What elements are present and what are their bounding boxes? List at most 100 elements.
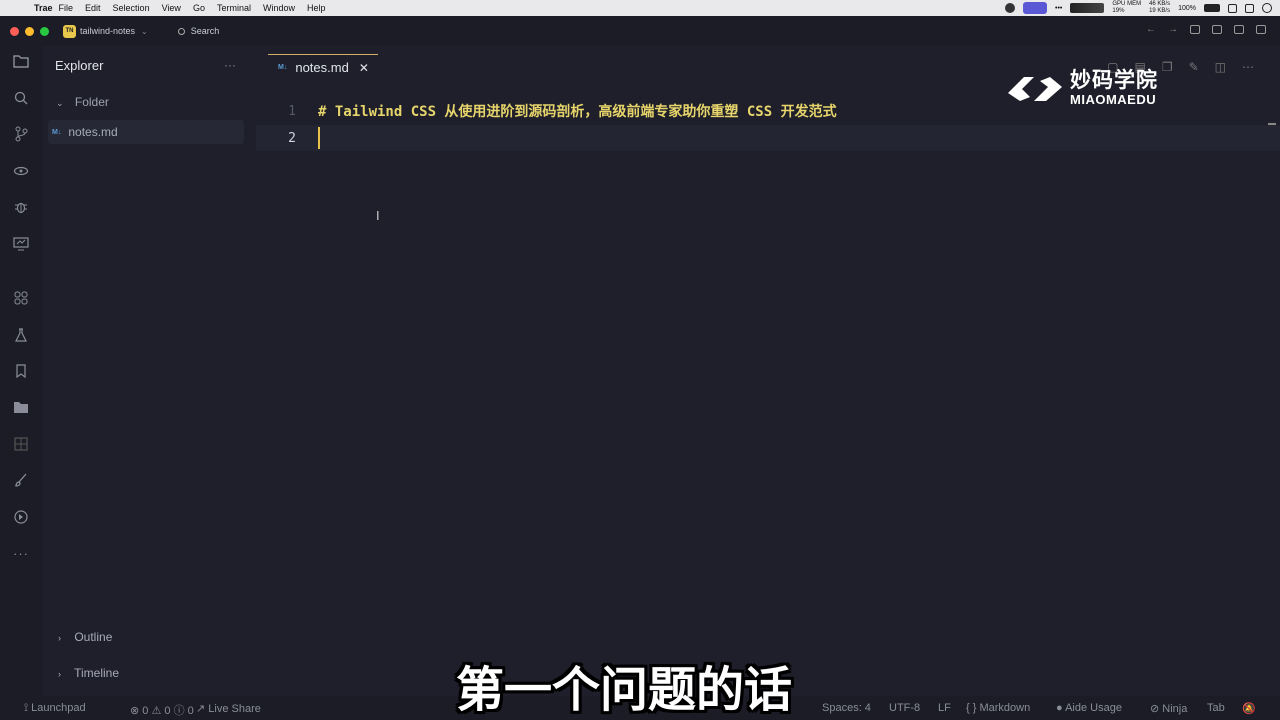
activity-graph-icon xyxy=(1070,3,1105,13)
debug-icon[interactable] xyxy=(12,198,30,216)
gpu-label: GPU xyxy=(1112,1,1126,7)
close-icon[interactable]: ✕ xyxy=(359,61,369,75)
remote-explorer-icon[interactable] xyxy=(12,235,30,253)
menu-app-name[interactable]: Trae xyxy=(34,3,53,13)
more-actions-icon[interactable]: ··· xyxy=(224,58,236,72)
eol-item[interactable]: LF xyxy=(938,702,951,714)
launchpad-item[interactable]: ⟟ Launchpad xyxy=(24,702,86,715)
control-center-icon[interactable] xyxy=(1245,3,1254,13)
chevron-down-icon: ⌄ xyxy=(141,26,148,36)
ninja-label: Ninja xyxy=(1162,703,1188,715)
chevron-down-icon: ⌄ xyxy=(56,98,64,108)
edit-icon[interactable]: ✎ xyxy=(1189,60,1199,74)
editor-area: M↓ notes.md ✕ ▢ ▤ ❐ ✎ ◫ ⋯ 1 # Tailwind C… xyxy=(256,46,1280,696)
mem-label: MEM xyxy=(1127,1,1142,7)
menu-go[interactable]: Go xyxy=(193,3,205,13)
folder-tree-item[interactable]: ⌄ Folder xyxy=(56,95,109,109)
more-icon[interactable]: ••• xyxy=(1055,5,1062,12)
line-number: 1 xyxy=(288,103,296,119)
scrollbar-marker[interactable] xyxy=(1268,123,1276,125)
error-count: 0 xyxy=(142,705,149,717)
menu-window[interactable]: Window xyxy=(263,3,295,13)
app-s-icon[interactable] xyxy=(1228,3,1237,13)
grid-panel-icon[interactable] xyxy=(12,435,30,453)
copy-icon[interactable]: ❐ xyxy=(1162,60,1173,74)
markdown-file-icon: M↓ xyxy=(278,64,288,71)
testing-flask-icon[interactable] xyxy=(12,326,30,344)
activity-bar: ··· xyxy=(0,46,42,696)
menu-file[interactable]: File xyxy=(59,3,74,13)
tab-label: notes.md xyxy=(295,60,349,75)
net-up: 46 KB/s xyxy=(1149,1,1171,7)
project-badge: TN xyxy=(63,24,76,38)
encoding-item[interactable]: UTF-8 xyxy=(889,702,920,714)
project-name: tailwind-notes xyxy=(80,26,136,36)
menu-selection[interactable]: Selection xyxy=(113,3,150,13)
titlebar-actions: ← → xyxy=(1146,24,1266,35)
record-icon[interactable] xyxy=(1005,3,1016,13)
language-mode-item[interactable]: { } Markdown xyxy=(966,702,1030,714)
language-label: Markdown xyxy=(979,702,1031,714)
maximize-window-button[interactable] xyxy=(40,26,49,36)
markdown-file-icon: M↓ xyxy=(52,128,62,136)
more-views-icon[interactable]: ··· xyxy=(12,544,30,562)
back-arrow-icon[interactable]: ← xyxy=(1146,24,1156,35)
miaoma-logo-icon xyxy=(1008,76,1062,101)
macos-menu-bar: Trae File Edit Selection View Go Termina… xyxy=(0,0,1280,16)
screen-share-icon[interactable] xyxy=(1023,2,1048,14)
file-tree-item-notes[interactable]: M↓ notes.md xyxy=(48,120,244,144)
extensions-remote-icon[interactable] xyxy=(12,162,30,180)
menubar-status-area: ••• GPU MEM 19% 46 KB/s 19 KB/s 100% xyxy=(1005,0,1272,16)
toggle-secondary-sidebar-icon[interactable] xyxy=(1234,25,1244,34)
brush-icon[interactable] xyxy=(12,471,30,489)
launchpad-label: Launchpad xyxy=(31,702,86,714)
problems-item[interactable]: ⊗ 0 ⚠ 0 ⓘ 0 xyxy=(130,702,194,718)
line-number: 2 xyxy=(288,130,296,146)
outline-label: Outline xyxy=(74,630,113,644)
more-actions-icon[interactable]: ⋯ xyxy=(1242,60,1254,74)
forward-arrow-icon[interactable]: → xyxy=(1168,24,1178,35)
menu-terminal[interactable]: Terminal xyxy=(217,3,251,13)
source-control-icon[interactable] xyxy=(12,125,30,143)
ai-assistant-icon[interactable] xyxy=(12,508,30,526)
menu-help[interactable]: Help xyxy=(307,3,326,13)
project-switcher[interactable]: TN tailwind-notes ⌄ xyxy=(63,24,148,38)
ibeam-cursor-icon: I xyxy=(376,208,380,223)
logo-text: 妙码学院 MIAOMAEDU xyxy=(1070,70,1158,108)
indentation-item[interactable]: Spaces: 4 xyxy=(822,702,871,714)
timeline-section[interactable]: › Timeline xyxy=(58,666,119,680)
command-search[interactable]: Search xyxy=(177,26,219,36)
clock-icon[interactable] xyxy=(1262,3,1272,13)
ninja-item[interactable]: ⊘ Ninja xyxy=(1150,702,1187,715)
logo-english: MIAOMAEDU xyxy=(1070,92,1157,107)
code-line-current[interactable]: 2 xyxy=(256,125,1280,151)
live-share-item[interactable]: ↗ Live Share xyxy=(196,702,261,715)
close-window-button[interactable] xyxy=(10,26,19,36)
aide-usage-item[interactable]: ● Aide Usage xyxy=(1056,702,1122,714)
bookmark-icon[interactable] xyxy=(12,362,30,380)
minimize-window-button[interactable] xyxy=(25,26,34,36)
toggle-panel-icon[interactable] xyxy=(1212,25,1222,34)
network-stats: 46 KB/s 19 KB/s xyxy=(1149,1,1170,15)
menu-edit[interactable]: Edit xyxy=(85,3,101,13)
menu-view[interactable]: View xyxy=(162,3,181,13)
explorer-title: Explorer xyxy=(55,58,104,73)
search-icon[interactable] xyxy=(12,89,30,107)
code-line-text: # Tailwind CSS 从使用进阶到源码剖析，高级前端专家助你重塑 CSS… xyxy=(318,104,837,120)
tab-mode-item[interactable]: Tab xyxy=(1207,702,1225,714)
tab-notes-md[interactable]: M↓ notes.md ✕ xyxy=(268,54,378,80)
toggle-sidebar-icon[interactable] xyxy=(1190,25,1200,34)
folder-icon[interactable] xyxy=(12,398,30,416)
outline-section[interactable]: › Outline xyxy=(58,630,112,644)
mem-value: 19% xyxy=(1112,8,1125,14)
watermark-logo: 妙码学院 MIAOMAEDU xyxy=(1004,70,1158,107)
extensions-icon[interactable] xyxy=(12,289,30,307)
video-subtitle: 第一个问题的话 xyxy=(456,664,793,717)
split-editor-icon[interactable]: ◫ xyxy=(1215,60,1226,74)
customize-layout-icon[interactable] xyxy=(1256,25,1266,34)
explorer-icon[interactable] xyxy=(12,52,30,70)
live-share-label: Live Share xyxy=(208,703,261,715)
text-cursor xyxy=(318,127,320,149)
info-count: 0 xyxy=(187,705,194,717)
notifications-bell-icon[interactable]: 🔕 xyxy=(1242,702,1256,715)
